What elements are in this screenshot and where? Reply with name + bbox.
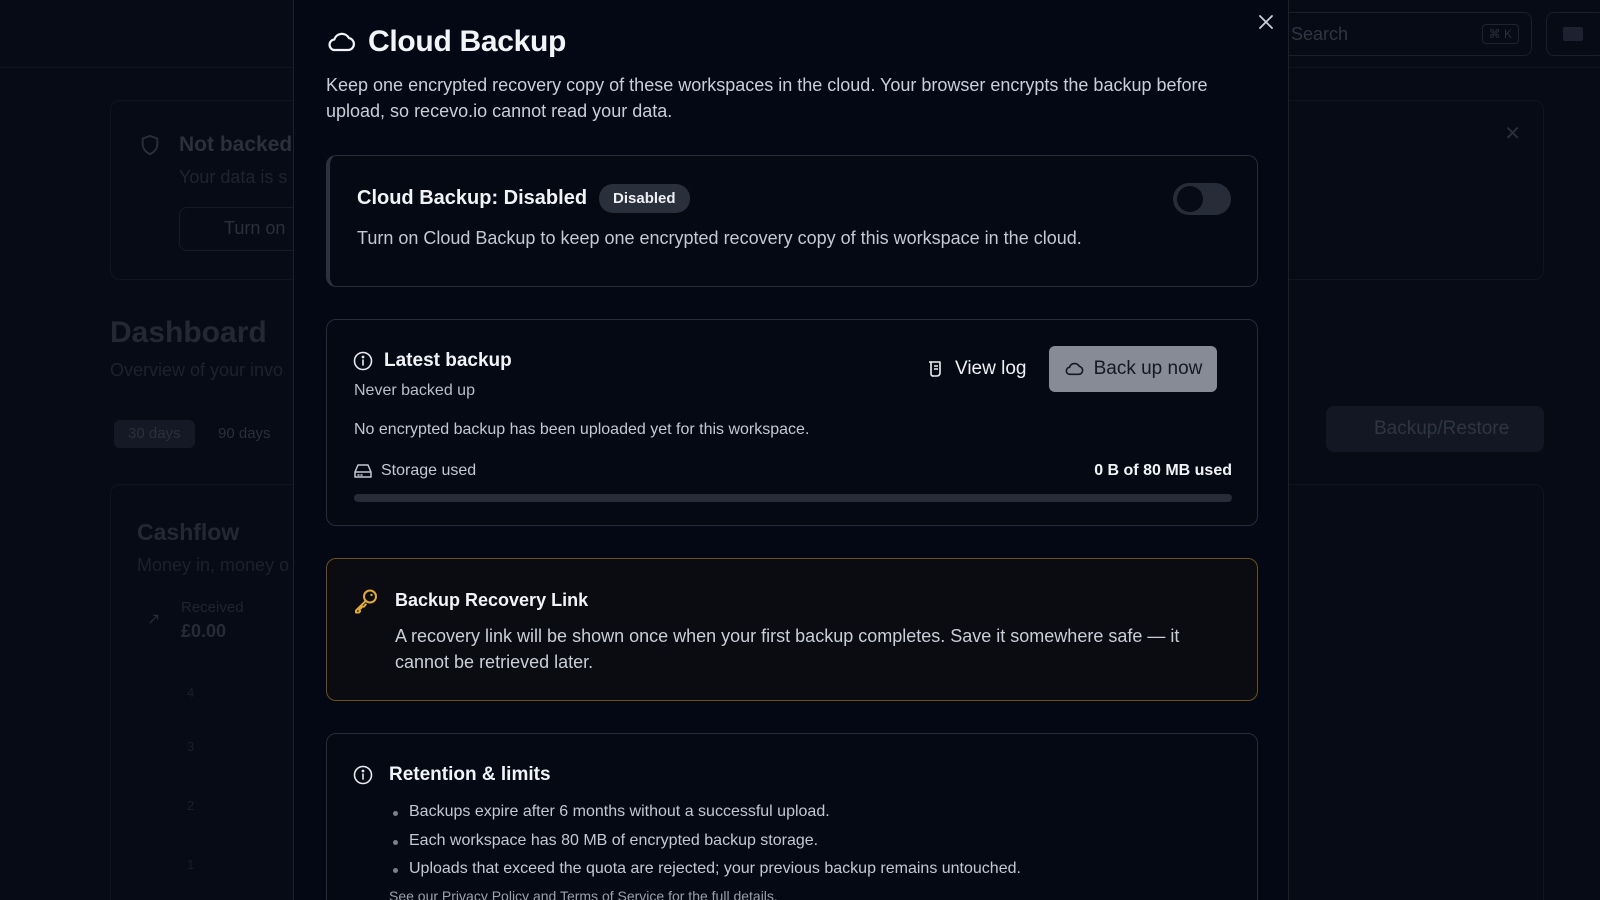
status-badge: Disabled <box>599 184 690 213</box>
dashboard-subtitle: Overview of your invo <box>110 360 284 380</box>
log-icon <box>929 361 941 377</box>
range-90-days[interactable]: 90 days <box>204 420 285 448</box>
cloud-icon <box>1065 362 1083 376</box>
search-placeholder: Search <box>1291 24 1349 44</box>
close-icon <box>1259 15 1273 29</box>
hard-drive-icon <box>354 464 372 478</box>
recovery-label: Backup Recovery Link <box>395 590 589 610</box>
cloud-backup-toggle[interactable] <box>1173 183 1231 215</box>
storage-label: Storage used <box>381 462 477 479</box>
axis-tick: 2 <box>187 798 195 813</box>
axis-tick: 1 <box>187 857 195 872</box>
retention-list: Backups expire after 6 months without a … <box>389 798 1021 884</box>
dialog-title: Cloud Backup <box>368 25 567 58</box>
retention-card: Retention & limits Backups expire after … <box>326 733 1258 900</box>
range-30-days[interactable]: 30 days <box>114 420 195 448</box>
status-label: Cloud Backup: Disabled <box>357 187 588 209</box>
list-item: Backups expire after 6 months without a … <box>389 798 1021 827</box>
recovery-link-card: Backup Recovery Link A recovery link wil… <box>326 558 1258 701</box>
backup-restore-button[interactable]: Backup/Restore <box>1326 406 1544 452</box>
axis-tick: 3 <box>187 739 195 754</box>
dashboard-title: Dashboard <box>110 316 267 349</box>
storage-progress-bar <box>354 494 1232 502</box>
received-value: £0.00 <box>181 621 227 641</box>
info-icon <box>353 765 373 785</box>
close-button[interactable] <box>1254 10 1278 34</box>
received-label: Received <box>181 599 244 616</box>
backup-status-card: Cloud Backup: Disabled Disabled Turn on … <box>326 155 1258 287</box>
global-search[interactable]: Search ⌘ K <box>1270 12 1532 56</box>
shield-icon <box>141 134 159 156</box>
latest-backup-card: Latest backup Never backed up No encrypt… <box>326 319 1258 526</box>
banner-close-icon[interactable]: ✕ <box>1504 121 1521 146</box>
cashflow-subtitle: Money in, money o <box>137 555 290 575</box>
dialog-description: Keep one encrypted recovery copy of thes… <box>326 75 1208 121</box>
axis-tick: 4 <box>187 685 195 700</box>
list-item: Each workspace has 80 MB of encrypted ba… <box>389 827 1021 856</box>
view-log-label: View log <box>955 358 1027 379</box>
cloud-icon <box>328 32 355 52</box>
latest-backup-state: Never backed up <box>354 382 475 399</box>
language-selector[interactable] <box>1546 12 1600 56</box>
storage-value: 0 B of 80 MB used <box>1094 462 1232 479</box>
recovery-description: A recovery link will be shown once when … <box>395 626 1180 672</box>
latest-backup-message: No encrypted backup has been uploaded ye… <box>354 421 810 438</box>
storage-row: Storage used 0 B of 80 MB used <box>354 462 1232 480</box>
retention-footer: See our Privacy Policy and Terms of Serv… <box>389 888 778 900</box>
toggle-knob <box>1177 186 1203 212</box>
view-log-button[interactable]: View log <box>923 346 1030 392</box>
back-up-now-button[interactable]: Back up now <box>1049 346 1217 392</box>
arrow-up-right-icon: ↗ <box>147 611 161 628</box>
latest-backup-label: Latest backup <box>384 350 512 371</box>
cashflow-title: Cashflow <box>137 519 240 545</box>
search-shortcut: ⌘ K <box>1481 24 1519 44</box>
flag-icon <box>1563 27 1583 41</box>
cloud-backup-dialog: Cloud Backup Keep one encrypted recovery… <box>293 0 1289 900</box>
info-icon <box>353 351 373 371</box>
retention-label: Retention & limits <box>389 764 551 785</box>
banner-title: Not backed <box>179 133 293 156</box>
turn-on-button[interactable]: Turn on <box>179 207 303 251</box>
banner-subtitle: Your data is s <box>179 167 288 187</box>
list-item: Uploads that exceed the quota are reject… <box>389 855 1021 884</box>
status-description: Turn on Cloud Backup to keep one encrypt… <box>357 228 1082 248</box>
dialog-header: Cloud Backup <box>326 24 566 60</box>
back-up-now-label: Back up now <box>1093 358 1203 379</box>
key-icon <box>355 589 377 614</box>
